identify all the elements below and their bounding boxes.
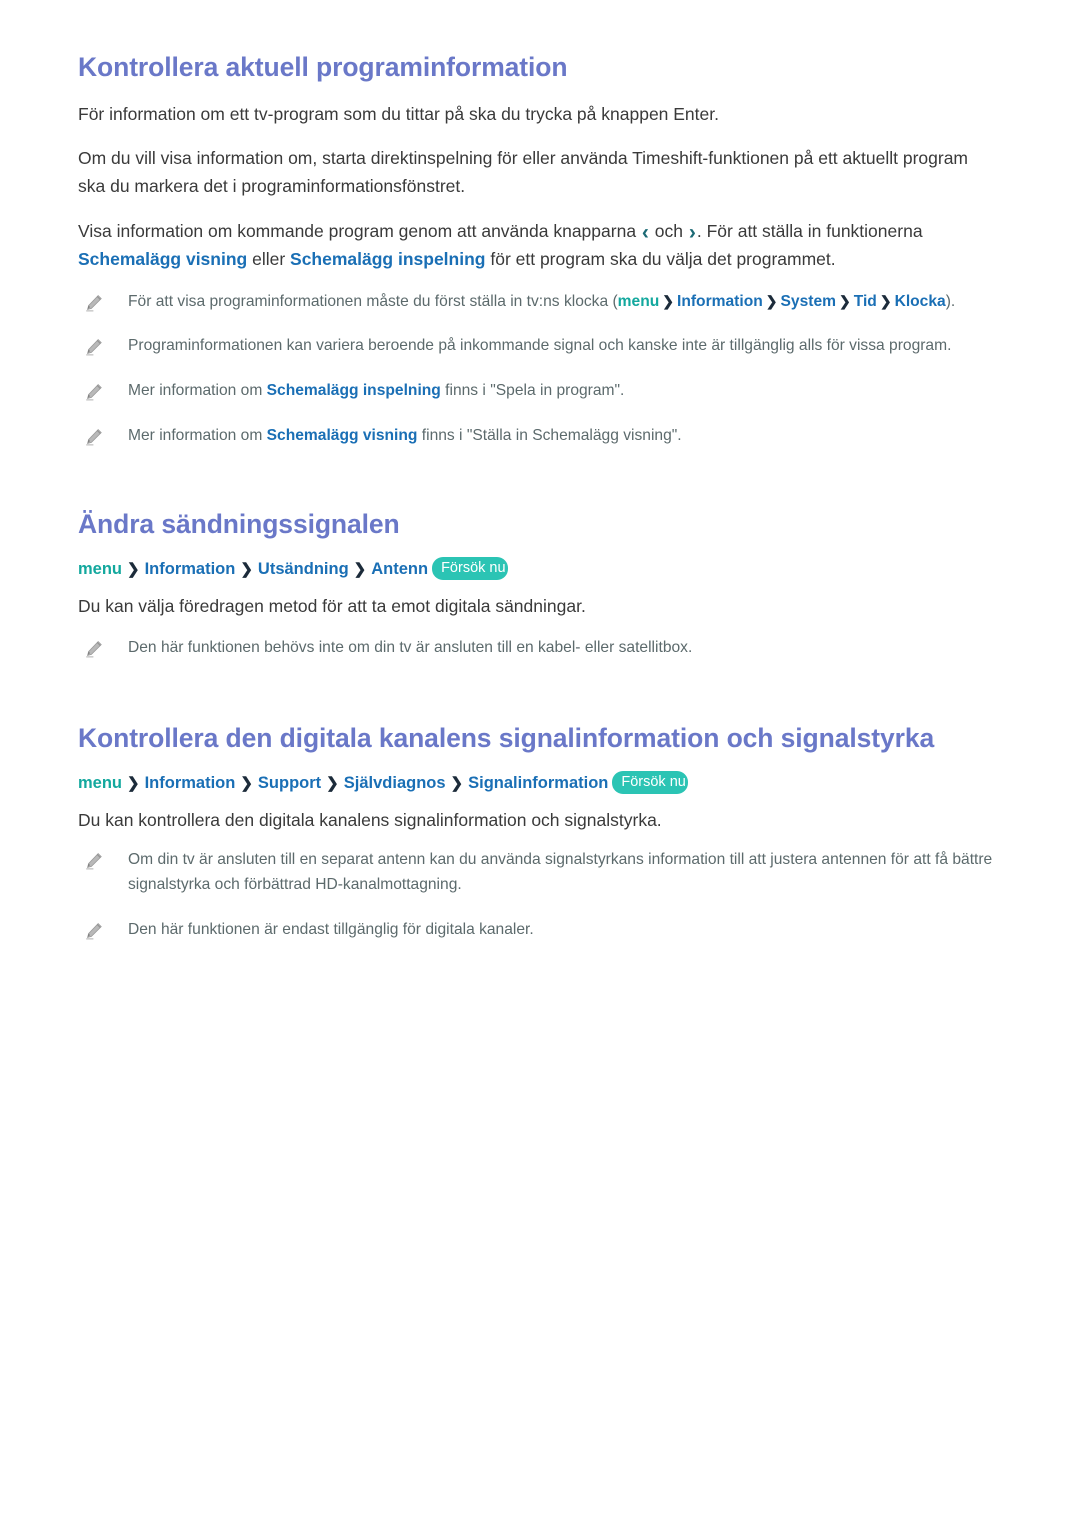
- breadcrumb: menu ❯ Information ❯ Utsändning ❯ Antenn Försök…: [78, 557, 1000, 582]
- notes-list: För att visa programinformationen måste …: [78, 290, 1000, 450]
- chevron-right-icon: ❯: [662, 292, 674, 309]
- pencil-icon: [84, 639, 104, 659]
- note-text: Programinformationen kan variera beroend…: [128, 337, 952, 355]
- page-title: Kontrollera aktuell programinformation: [78, 52, 568, 82]
- chevron-right-icon: ❯: [240, 561, 253, 579]
- chevron-right-icon: ❯: [879, 292, 892, 309]
- paragraph-text-part: Visa information om kommande program gen…: [78, 220, 641, 241]
- pencil-icon: [84, 921, 104, 941]
- note-item: Den här funktionen är endast tillgänglig…: [78, 918, 1000, 943]
- chevron-right-icon: ❯: [450, 774, 464, 792]
- section-check-signal-info: Kontrollera den digitala kanalens signal…: [78, 723, 1000, 943]
- note-text: Den här funktionen behövs inte om din tv…: [128, 639, 693, 657]
- breadcrumb: menu ❯ Information ❯ Support ❯ Självdiagnos ❯ Si…: [78, 770, 1000, 796]
- note-item: Den här funktionen behövs inte om din tv…: [78, 636, 1000, 661]
- paragraph: För information om ett tv-program som du…: [78, 103, 719, 124]
- note-item: Om din tv är ansluten till en separat an…: [78, 848, 1000, 898]
- try-now-badge[interactable]: Försök nu: [612, 770, 689, 795]
- nav-menu-root[interactable]: menu: [78, 774, 122, 792]
- chevron-right-icon: ❯: [838, 292, 851, 309]
- paragraph: Du kan kontrollera den digitala kanalens…: [78, 809, 662, 830]
- pencil-icon: [84, 337, 104, 357]
- nav-menu-root[interactable]: menu: [78, 560, 122, 578]
- feature-term-schedule-recording: Schemalägg inspelning: [290, 249, 486, 270]
- try-now-badge[interactable]: Försök nu: [432, 557, 509, 581]
- nav-item-signalinformation[interactable]: Signalinformation: [468, 774, 608, 792]
- feature-term-schedule-recording: Schemalägg inspelning: [266, 382, 441, 400]
- note-item: För att visa programinformationen måste …: [78, 290, 1000, 315]
- section-change-broadcast-signal: Ändra sändningssignalen menu ❯ Information…: [78, 509, 1000, 661]
- nav-item-antenn[interactable]: Antenn: [371, 560, 428, 578]
- paragraph-with-arrow-keys: Visa information om kommande program gen…: [78, 217, 978, 274]
- right-chevron-icon: ›: [688, 220, 696, 244]
- feature-term-schedule-viewing: Schemalägg visning: [266, 427, 418, 445]
- note-text: Mer information om Schemalägg visning fi…: [128, 424, 682, 449]
- notes-list: Den här funktionen behövs inte om din tv…: [78, 636, 1000, 661]
- paragraph: Du kan välja föredragen metod för att ta…: [78, 595, 586, 616]
- note-text: Om din tv är ansluten till en separat an…: [128, 850, 993, 893]
- nav-item-information[interactable]: Information: [145, 774, 236, 792]
- chevron-right-icon: ❯: [765, 292, 778, 309]
- manual-page: Kontrollera aktuell programinformation F…: [0, 0, 1080, 1527]
- pencil-icon: [84, 382, 104, 402]
- feature-term-schedule-viewing: Schemalägg visning: [78, 249, 248, 270]
- paragraph-text-part: och: [649, 220, 688, 241]
- nav-item-sjalvdiagnos[interactable]: Självdiagnos: [344, 774, 446, 792]
- section-current-program-info: Kontrollera aktuell programinformation F…: [78, 52, 1000, 449]
- nav-item-tid[interactable]: Tid: [854, 293, 877, 310]
- note-text-part: finns i "Spela in program".: [440, 382, 625, 400]
- nav-item-utsandning[interactable]: Utsändning: [258, 560, 349, 578]
- note-item: Mer information om Schemalägg visning fi…: [78, 424, 1000, 449]
- pencil-icon: [84, 293, 104, 313]
- page-title: Kontrollera den digitala kanalens signal…: [78, 723, 935, 754]
- note-text-part: Mer information om: [128, 427, 267, 445]
- note-text: Mer information om Schemalägg inspelning…: [128, 379, 624, 404]
- note-text-part: För att visa programinformationen måste …: [128, 292, 618, 310]
- paragraph-text-part: . För att ställa in funktionerna: [696, 220, 923, 241]
- note-text: Den här funktionen är endast tillgänglig…: [128, 920, 534, 938]
- page-title: Ändra sändningssignalen: [78, 509, 400, 540]
- notes-list: Om din tv är ansluten till en separat an…: [78, 848, 1000, 943]
- chevron-right-icon: ❯: [127, 561, 140, 579]
- nav-item-support[interactable]: Support: [258, 774, 321, 792]
- pencil-icon: [84, 851, 104, 871]
- chevron-right-icon: ❯: [326, 774, 339, 792]
- nav-item-information[interactable]: Information: [677, 293, 763, 310]
- chevron-right-icon: ❯: [240, 774, 253, 792]
- nav-menu-root[interactable]: menu: [618, 293, 660, 310]
- note-text: För att visa programinformationen måste …: [128, 290, 955, 315]
- note-item: Mer information om Schemalägg inspelning…: [78, 379, 1000, 404]
- chevron-right-icon: ❯: [353, 561, 367, 579]
- note-text-part: Mer information om: [128, 382, 267, 400]
- note-text-part: finns i "Ställa in Schemalägg visning".: [417, 427, 682, 445]
- paragraph-text-part: eller: [247, 249, 291, 270]
- left-chevron-icon: ‹: [641, 220, 649, 244]
- nav-item-information[interactable]: Information: [145, 560, 236, 578]
- pencil-icon: [84, 427, 104, 447]
- page-content: Kontrollera aktuell programinformation F…: [0, 0, 1080, 943]
- note-item: Programinformationen kan variera beroend…: [78, 334, 1000, 359]
- nav-item-klocka[interactable]: Klocka: [895, 293, 946, 310]
- paragraph-text-part: för ett program ska du välja det program…: [485, 249, 836, 270]
- note-text-part: ).: [945, 292, 956, 310]
- nav-item-system[interactable]: System: [781, 293, 836, 310]
- paragraph: Om du vill visa information om, starta d…: [78, 148, 969, 197]
- chevron-right-icon: ❯: [127, 774, 140, 792]
